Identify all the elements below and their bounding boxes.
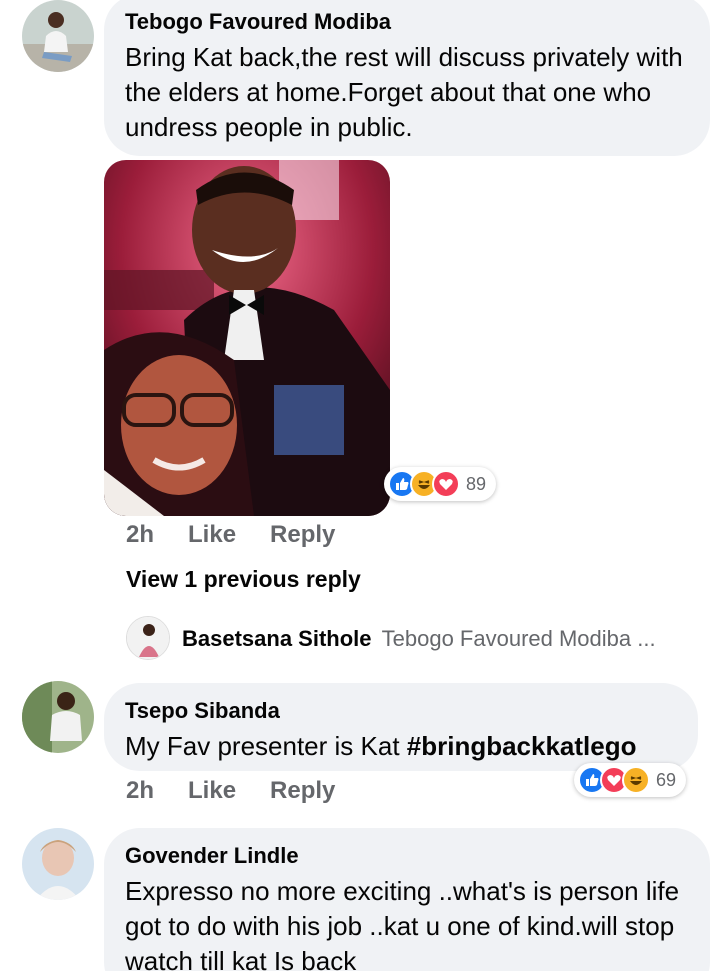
comment-author[interactable]: Tsepo Sibanda [125, 697, 678, 725]
avatar-tsepo[interactable] [22, 681, 94, 753]
comment-text: My Fav presenter is Kat #bringbackkatleg… [125, 729, 678, 764]
comment-time[interactable]: 2h [126, 521, 154, 549]
view-previous-replies[interactable]: View 1 previous reply [126, 566, 361, 593]
haha-reaction-icon [622, 766, 650, 794]
comment-bubble-tebogo: Tebogo Favoured Modiba Bring Kat back,th… [104, 0, 710, 156]
like-button[interactable]: Like [188, 777, 236, 805]
reply-preview[interactable]: Basetsana Sithole Tebogo Favoured Modiba… [182, 626, 656, 652]
reaction-count: 89 [466, 473, 487, 494]
reply-button[interactable]: Reply [270, 777, 335, 805]
comment-text: Expresso no more exciting ..what's is pe… [125, 876, 680, 971]
comment-time[interactable]: 2h [126, 777, 154, 805]
avatar-tebogo[interactable] [22, 0, 94, 72]
comment-author[interactable]: Tebogo Favoured Modiba [125, 8, 690, 36]
reaction-summary[interactable]: 89 [384, 467, 497, 501]
comment-photo[interactable] [104, 160, 390, 516]
reaction-summary[interactable]: 69 [574, 763, 687, 797]
comment-author[interactable]: Govender Lindle [125, 842, 690, 870]
reply-author[interactable]: Basetsana Sithole [182, 626, 372, 651]
comment-actions: 2h Like Reply [126, 777, 335, 805]
reaction-count: 69 [656, 769, 677, 790]
reply-button[interactable]: Reply [270, 521, 335, 549]
avatar-govender[interactable] [22, 828, 94, 900]
comment-bubble-govender: Govender Lindle Expresso no more excitin… [104, 828, 710, 971]
comment-actions: 2h Like Reply [126, 521, 335, 549]
hashtag-link[interactable]: #bringbackkatlego [407, 731, 637, 761]
love-reaction-icon [432, 470, 460, 498]
like-button[interactable]: Like [188, 521, 236, 549]
comment-text: Bring Kat back,the rest will discuss pri… [125, 42, 683, 142]
comment-text-plain: My Fav presenter is Kat [125, 731, 407, 761]
comment-bubble-tsepo: Tsepo Sibanda My Fav presenter is Kat #b… [104, 683, 698, 771]
reply-text: Tebogo Favoured Modiba ... [381, 626, 656, 651]
avatar-basetsana[interactable] [126, 616, 170, 660]
